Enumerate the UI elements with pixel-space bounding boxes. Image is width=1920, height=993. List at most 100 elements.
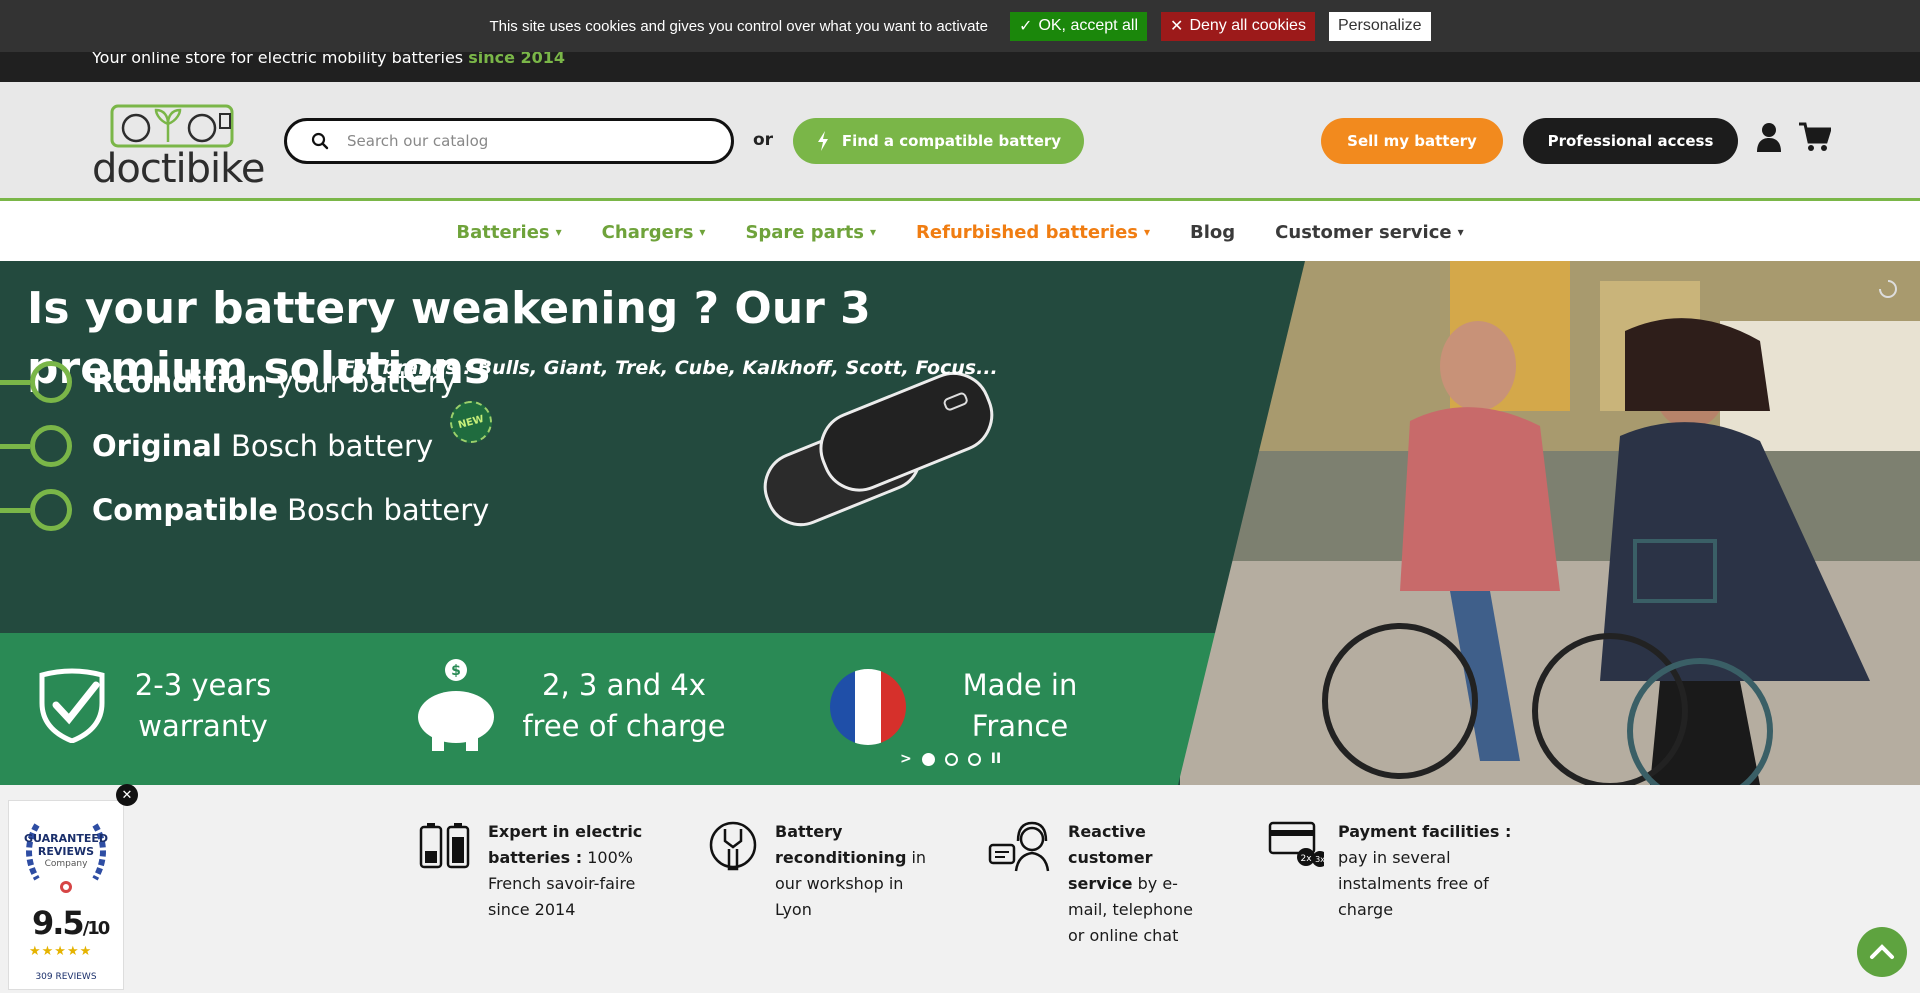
dollar-symbol: $ [451, 663, 461, 679]
option-line [0, 507, 30, 513]
reviews-score: 9.5/10 [32, 904, 111, 942]
main-nav: Batteries ▾ Chargers ▾ Spare parts ▾ Ref… [0, 204, 1920, 260]
slider-dot[interactable] [944, 752, 958, 766]
reviews-badge-sub: Company [44, 859, 88, 869]
slider-dot[interactable] [921, 752, 935, 766]
logo-battery-icon [110, 104, 234, 148]
features-strip: Expert in electric batteries : 100% Fren… [0, 785, 1920, 993]
payment-badge-3x: 3x [1315, 855, 1324, 864]
cookie-banner: This site uses cookies and gives you con… [0, 0, 1920, 52]
score-max: /10 [82, 918, 111, 939]
slider-next-icon[interactable]: > [900, 751, 912, 767]
reviews-badge-title: GUARANTEED REVIEWS [24, 832, 108, 858]
option-circle-icon [30, 361, 72, 403]
feature-reconditioning: Battery reconditioning in our workshop i… [705, 819, 935, 923]
nav-item-chargers[interactable]: Chargers ▾ [602, 222, 706, 243]
accept-cookies-label: OK, accept all [1038, 17, 1139, 34]
personalize-cookies-button[interactable]: Personalize [1328, 11, 1431, 41]
nav-item-batteries[interactable]: Batteries ▾ [456, 222, 561, 243]
nav-item-blog[interactable]: Blog [1190, 222, 1235, 243]
professional-access-button[interactable]: Professional access [1523, 118, 1738, 164]
check-icon: ✓ [1019, 18, 1033, 35]
nav-label: Blog [1190, 221, 1236, 243]
feature-rest: pay in several instalments free of charg… [1338, 848, 1489, 919]
option-line [0, 379, 30, 385]
nav-label: Batteries [456, 221, 550, 243]
benefit-line: Made in [962, 668, 1078, 702]
nav-item-customer-service[interactable]: Customer service ▾ [1275, 222, 1463, 243]
hero-banner[interactable]: Is your battery weakening ? Our 3 premiu… [0, 261, 1920, 785]
reviews-stars: ★★★★★ [29, 944, 93, 959]
feature-text: Reactive customer service by e-mail, tel… [1068, 819, 1198, 949]
doctibike-logo[interactable]: doctibike [92, 102, 266, 192]
reviews-count: 309 REVIEWS [35, 972, 97, 982]
find-compatible-battery-button[interactable]: Find a compatible battery [793, 118, 1084, 164]
feature-bold: Battery reconditioning [775, 822, 907, 867]
chevron-down-icon: ▾ [870, 225, 877, 239]
chevron-down-icon: ▾ [1457, 225, 1464, 239]
option-compatible[interactable]: Compatible Bosch battery [0, 488, 489, 532]
slider-pause-icon[interactable]: II [991, 751, 1001, 767]
feature-bold: Payment facilities : [1338, 822, 1512, 841]
feature-payment: 2x 3x Payment facilities : pay in severa… [1268, 819, 1518, 923]
option-bold: Compatible [92, 493, 278, 527]
credit-card-icon: 2x 3x [1268, 821, 1324, 867]
deny-cookies-label: Deny all cookies [1189, 17, 1306, 34]
option-label: Original Bosch battery [92, 429, 433, 463]
feature-expert: Expert in electric batteries : 100% Fren… [418, 819, 658, 923]
nav-item-spare-parts[interactable]: Spare parts ▾ [745, 222, 876, 243]
option-bold: Original [92, 429, 222, 463]
search-box[interactable] [284, 118, 734, 164]
guaranteed-reviews-widget[interactable] [8, 800, 124, 990]
shield-check-icon [39, 668, 105, 743]
chevron-down-icon: ▾ [699, 225, 706, 239]
slider-controls: > II [900, 751, 1001, 767]
option-rest: Bosch battery [277, 493, 490, 527]
benefit-line: 2, 3 and 4x [542, 668, 706, 702]
benefit-line: free of charge [522, 709, 726, 743]
option-bold: Rcondition [92, 365, 268, 399]
back-to-top-button[interactable] [1857, 927, 1907, 977]
benefit-line: 2-3 years [134, 668, 272, 702]
accept-cookies-button[interactable]: ✓ OK, accept all [1010, 11, 1148, 41]
nav-label: Spare parts [745, 221, 865, 243]
slider-dot[interactable] [967, 752, 981, 766]
score-value: 9.5 [32, 904, 85, 942]
option-circle-icon [30, 489, 72, 531]
user-account-icon[interactable] [1755, 122, 1783, 152]
lightning-icon [817, 131, 828, 151]
nav-label: Customer service [1275, 221, 1452, 243]
close-reviews-icon[interactable]: ✕ [116, 784, 138, 806]
option-label: Rcondition your battery [92, 365, 457, 399]
batteries-icon [419, 823, 470, 869]
benefit-line: warranty [138, 709, 268, 743]
nav-label: Refurbished batteries [916, 221, 1138, 243]
sell-battery-button[interactable]: Sell my battery [1321, 118, 1503, 164]
deny-cookies-button[interactable]: ✕ Deny all cookies [1161, 11, 1315, 41]
site-header: doctibike or Find a compatible battery S… [0, 82, 1920, 201]
piggy-bank-icon: $ [418, 659, 494, 751]
nav-label: Chargers [601, 221, 694, 243]
headset-support-icon [988, 821, 1050, 872]
chevron-up-icon [1870, 944, 1894, 959]
french-flag-icon [830, 669, 906, 745]
cart-icon[interactable] [1799, 122, 1831, 152]
chevron-down-icon: ▾ [1144, 225, 1151, 239]
feature-customer-service: Reactive customer service by e-mail, tel… [988, 819, 1198, 949]
option-circle-icon [30, 425, 72, 467]
feature-text: Payment facilities : pay in several inst… [1338, 819, 1518, 923]
search-input[interactable] [347, 132, 707, 150]
find-battery-label: Find a compatible battery [841, 132, 1062, 150]
feature-text: Battery reconditioning in our workshop i… [775, 819, 935, 923]
benefit-warranty: 2-3 years warranty [118, 665, 288, 747]
logo-text: doctibike [92, 146, 266, 192]
option-label: Compatible Bosch battery [92, 493, 489, 527]
option-rest: Bosch battery [221, 429, 434, 463]
close-icon: ✕ [1170, 18, 1184, 35]
option-original[interactable]: Original Bosch battery [0, 424, 433, 468]
nav-item-refurbished[interactable]: Refurbished batteries ▾ [916, 222, 1150, 243]
benefit-line: France [971, 709, 1069, 743]
feature-text: Expert in electric batteries : 100% Fren… [488, 819, 658, 923]
or-label: or [753, 130, 774, 150]
option-recondition[interactable]: Rcondition your battery [0, 360, 457, 404]
